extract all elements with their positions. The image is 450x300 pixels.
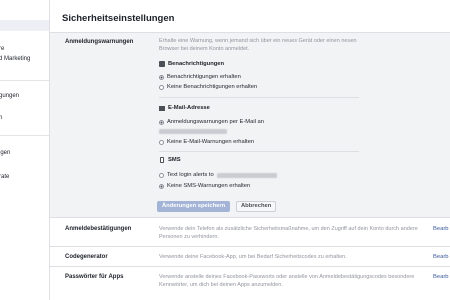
app-passwords-row[interactable]: Passwörter für Apps Verwende anstelle de… [50,267,450,300]
cancel-button[interactable]: Abbrechen [236,201,277,212]
edit-link[interactable]: Bearb [433,254,448,260]
redacted-phone [216,172,277,178]
notifications-on-option[interactable]: Benachrichtigungen erhalten [159,74,241,80]
radio-unselected[interactable] [159,139,164,145]
settings-sidebar: re d Marketing gungen n igen rate [0,0,50,300]
notification-icon [159,61,165,67]
section-divider [159,97,359,98]
redacted-email [159,129,227,134]
sidebar-selected-item[interactable] [0,20,49,31]
sidebar-item[interactable]: gungen [0,92,19,100]
save-changes-button[interactable]: Änderungen speichern [157,201,231,212]
code-generator-label: Codegenerator [65,254,108,260]
notifications-heading: Benachrichtigungen [159,61,224,67]
email-redacted-line [159,129,227,134]
login-alerts-label: Anmeldungswarnungen [65,39,134,45]
radio-unselected[interactable] [159,84,164,90]
sidebar-item[interactable]: re [0,45,4,53]
sidebar-item[interactable]: n [0,114,2,122]
login-alerts-panel: Anmeldungswarnungen Erhalte eine Warnung… [50,33,450,218]
sidebar-divider [0,80,49,81]
edit-link[interactable]: Bearb [433,274,448,280]
app-passwords-description: Verwende anstelle deines Facebook-Passwo… [159,274,415,288]
edit-link[interactable]: Bearb [433,226,448,232]
envelope-icon [159,105,165,111]
sms-off-option[interactable]: Keine SMS-Warnungen erhalten [159,183,250,189]
sms-alerts-option[interactable]: Text login alerts to [159,172,277,178]
radio-selected[interactable] [159,183,164,189]
email-heading: E-Mail-Adresse [159,105,210,111]
login-alerts-description: Erhalte eine Warnung, wenn jemand sich ü… [159,38,357,52]
code-generator-description: Verwende deine Facebook-App, um bei Beda… [159,254,347,260]
radio-selected[interactable] [159,119,164,125]
radio-unselected[interactable] [159,172,164,178]
settings-main: Sicherheitseinstellungen Anmeldungswarnu… [50,0,450,300]
notifications-off-option[interactable]: Keine Benachrichtigungen erhalten [159,84,257,90]
page-header: Sicherheitseinstellungen [50,0,450,33]
sidebar-divider [0,135,49,136]
email-alerts-option[interactable]: Anmeldungswarnungen per E-Mail an [159,119,267,125]
sms-heading: SMS [159,157,181,163]
login-approvals-label: Anmeldebestätigungen [65,226,132,232]
section-divider [159,151,359,152]
login-approvals-row[interactable]: Anmeldebestätigungen Verwende dein Telef… [50,219,450,247]
code-generator-row[interactable]: Codegenerator Verwende deine Facebook-Ap… [50,247,450,267]
page-title: Sicherheitseinstellungen [62,13,175,24]
sidebar-item[interactable]: igen [0,149,10,157]
sidebar-item[interactable]: rate [0,173,9,181]
sidebar-item[interactable]: d Marketing [0,55,30,63]
email-off-option[interactable]: Keine E-Mail-Warnungen erhalten [159,139,254,145]
app-passwords-label: Passwörter für Apps [65,274,124,280]
login-approvals-description: Verwende dein Telefon als zusätzliche Si… [159,226,418,240]
phone-icon [160,157,164,163]
radio-selected[interactable] [159,74,164,80]
